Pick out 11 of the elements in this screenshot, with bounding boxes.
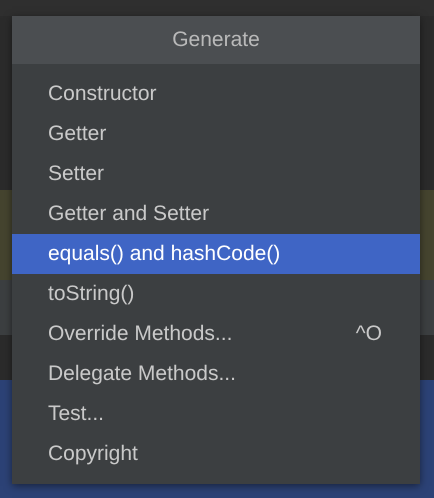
menu-item[interactable]: Constructor (12, 74, 420, 114)
popup-title: Generate (12, 16, 420, 64)
menu-item[interactable]: Copyright (12, 434, 420, 474)
menu-item[interactable]: Setter (12, 154, 420, 194)
menu-item[interactable]: Getter and Setter (12, 194, 420, 234)
menu-item[interactable]: Getter (12, 114, 420, 154)
menu-item[interactable]: Delegate Methods... (12, 354, 420, 394)
menu-item[interactable]: toString() (12, 274, 420, 314)
menu-item[interactable]: equals() and hashCode() (12, 234, 420, 274)
menu-item[interactable]: Test... (12, 394, 420, 434)
menu-item[interactable]: Override Methods... ^O (12, 314, 420, 354)
